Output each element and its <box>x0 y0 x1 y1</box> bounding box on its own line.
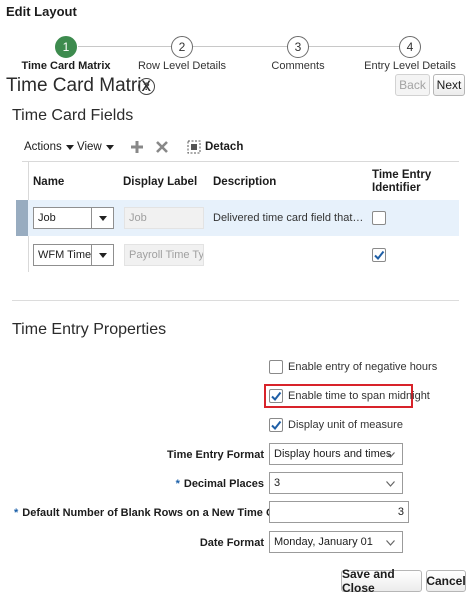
next-button[interactable]: Next <box>433 74 465 96</box>
step-4-indicator[interactable]: 4 <box>399 36 421 58</box>
actions-menu[interactable]: Actions <box>24 141 74 153</box>
blank-rows-label: * Default Number of Blank Rows on a New T… <box>14 507 292 519</box>
required-icon: * <box>175 478 180 490</box>
chevron-down-icon <box>386 481 395 487</box>
column-header-time-entry-identifier[interactable]: Time Entry Identifier <box>372 169 432 195</box>
cancel-button[interactable]: Cancel <box>426 570 466 592</box>
caret-down-icon <box>105 144 114 150</box>
detach-button[interactable]: Detach <box>187 140 243 154</box>
detach-icon <box>187 140 201 154</box>
display-label-field: Job <box>124 207 204 229</box>
column-header-description[interactable]: Description <box>213 176 276 188</box>
column-header-name[interactable]: Name <box>33 176 64 188</box>
time-entry-format-select[interactable]: Display hours and times <box>269 443 403 465</box>
window-title: Edit Layout <box>6 4 77 19</box>
checkmark-icon <box>374 250 385 261</box>
step-1-indicator[interactable]: 1 <box>55 36 77 58</box>
step-2-indicator[interactable]: 2 <box>171 36 193 58</box>
negative-hours-label: Enable entry of negative hours <box>288 361 438 373</box>
display-label-field: Payroll Time Type <box>124 244 204 266</box>
span-midnight-checkbox[interactable] <box>269 389 283 403</box>
section-divider <box>12 300 459 301</box>
name-select[interactable]: Job <box>33 207 114 229</box>
step-3-label[interactable]: Comments <box>271 60 324 72</box>
date-format-select[interactable]: Monday, January 01 <box>269 531 403 553</box>
view-menu[interactable]: View <box>77 141 114 153</box>
blank-rows-input[interactable]: 3 <box>269 501 409 523</box>
column-header-display-label[interactable]: Display Label <box>123 176 197 188</box>
page-title: Time Card Matrix <box>6 75 151 96</box>
row-selection-marker <box>16 200 28 236</box>
span-midnight-label: Enable time to span midnight <box>288 390 430 402</box>
table-top-border <box>22 161 459 162</box>
dropdown-arrow-icon <box>91 208 113 228</box>
step-3-indicator[interactable]: 3 <box>287 36 309 58</box>
step-4-label[interactable]: Entry Level Details <box>364 60 456 72</box>
time-entry-format-label: Time Entry Format <box>167 449 264 461</box>
step-2-label[interactable]: Row Level Details <box>138 60 226 72</box>
caret-down-icon <box>65 144 74 150</box>
time-card-fields-heading: Time Card Fields <box>12 107 134 124</box>
name-select[interactable]: WFM Time C <box>33 244 114 266</box>
date-format-label: Date Format <box>199 537 264 549</box>
step-1-label[interactable]: Time Card Matrix <box>21 60 110 72</box>
decimal-places-label: * Decimal Places <box>175 478 264 490</box>
checkmark-icon <box>271 420 282 431</box>
time-entry-identifier-checkbox[interactable] <box>372 211 386 225</box>
required-icon: * <box>14 507 19 519</box>
dropdown-arrow-icon <box>91 245 113 265</box>
save-and-close-button[interactable]: Save and Close <box>341 567 422 595</box>
time-entry-properties-heading: Time Entry Properties <box>12 321 167 338</box>
unit-of-measure-label: Display unit of measure <box>288 419 403 431</box>
help-icon[interactable]: ? <box>138 78 155 95</box>
back-button[interactable]: Back <box>395 74 430 96</box>
decimal-places-select[interactable]: 3 <box>269 472 403 494</box>
chevron-down-icon <box>386 452 395 458</box>
negative-hours-checkbox[interactable] <box>269 360 283 374</box>
chevron-down-icon <box>386 540 395 546</box>
time-entry-identifier-checkbox[interactable] <box>372 248 386 262</box>
delete-icon[interactable] <box>155 140 169 154</box>
unit-of-measure-checkbox[interactable] <box>269 418 283 432</box>
add-icon[interactable] <box>130 140 144 154</box>
description-text: Delivered time card field that disp... <box>213 212 365 224</box>
train-connector <box>78 46 410 47</box>
checkmark-icon <box>271 391 282 402</box>
